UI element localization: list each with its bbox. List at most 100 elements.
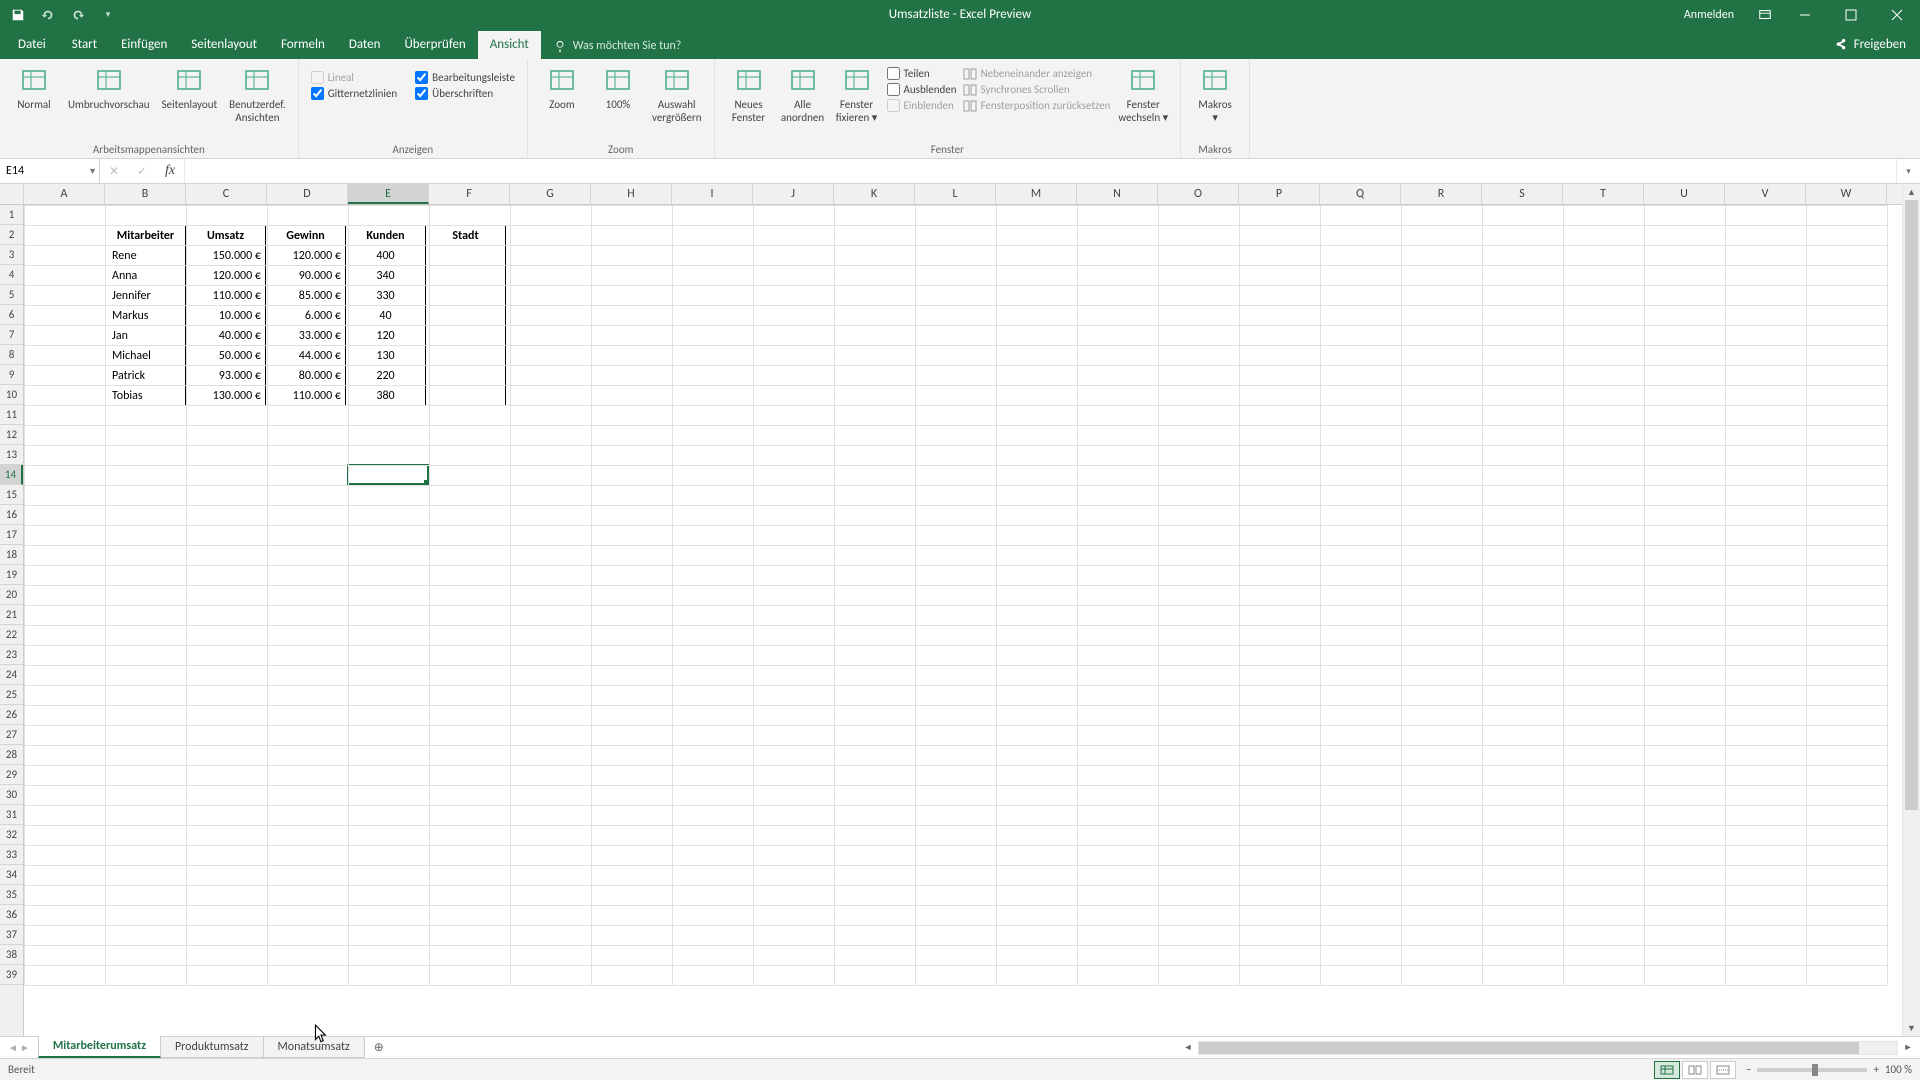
add-sheet-button[interactable]: ⊕ (364, 1037, 394, 1058)
select-all-corner[interactable] (0, 184, 24, 205)
column-headers[interactable]: ABCDEFGHIJKLMNOPQRSTUVW (24, 184, 1902, 205)
display-options-icon[interactable] (1748, 0, 1782, 29)
switch-windows-button[interactable]: Fensterwechseln ▾ (1114, 63, 1172, 126)
window-btn-0[interactable]: NeuesFenster (723, 63, 775, 126)
row-header-4[interactable]: 4 (0, 265, 23, 285)
scroll-right-icon[interactable]: ► (1900, 1042, 1916, 1053)
hscroll-thumb[interactable] (1199, 1042, 1859, 1054)
row-header-29[interactable]: 29 (0, 765, 23, 785)
row-header-3[interactable]: 3 (0, 245, 23, 265)
window-btn-2[interactable]: Fensterfixieren ▾ (831, 63, 883, 126)
row-header-9[interactable]: 9 (0, 365, 23, 385)
view-btn-3[interactable]: Benutzerdef.Ansichten (225, 63, 290, 126)
col-header-K[interactable]: K (834, 184, 915, 204)
active-cell[interactable] (347, 464, 429, 485)
row-header-38[interactable]: 38 (0, 945, 23, 965)
zoom-btn-0[interactable]: Zoom (536, 63, 588, 114)
row-header-5[interactable]: 5 (0, 285, 23, 305)
worksheet-grid[interactable]: ABCDEFGHIJKLMNOPQRSTUVW 1234567891011121… (0, 184, 1920, 1036)
save-icon[interactable] (6, 3, 30, 27)
horizontal-scrollbar[interactable]: ◄ ► (1180, 1037, 1920, 1058)
view-btn-0[interactable]: Normal (8, 63, 60, 114)
scroll-thumb[interactable] (1905, 200, 1918, 810)
macros-button[interactable]: Makros▾ (1189, 63, 1241, 126)
col-header-G[interactable]: G (510, 184, 591, 204)
row-header-30[interactable]: 30 (0, 785, 23, 805)
check-bearbeitungsleiste[interactable]: Bearbeitungsleiste (415, 71, 515, 84)
check-gitternetzlinien[interactable]: Gitternetzlinien (311, 87, 397, 100)
row-header-33[interactable]: 33 (0, 845, 23, 865)
zoom-out-button[interactable]: − (1746, 1063, 1751, 1076)
row-header-12[interactable]: 12 (0, 425, 23, 445)
tab-überprüfen[interactable]: Überprüfen (392, 31, 477, 59)
row-header-26[interactable]: 26 (0, 705, 23, 725)
zoom-in-button[interactable]: + (1873, 1063, 1878, 1076)
view-btn-2[interactable]: Seitenlayout (158, 63, 222, 114)
col-header-W[interactable]: W (1806, 184, 1887, 204)
row-header-17[interactable]: 17 (0, 525, 23, 545)
row-header-19[interactable]: 19 (0, 565, 23, 585)
scroll-left-icon[interactable]: ◄ (1180, 1042, 1196, 1053)
window-btn-1[interactable]: Alleanordnen (777, 63, 829, 126)
col-header-H[interactable]: H (591, 184, 672, 204)
zoom-btn-1[interactable]: 100% (592, 63, 644, 114)
col-header-R[interactable]: R (1401, 184, 1482, 204)
view-page-break-icon[interactable] (1710, 1061, 1736, 1079)
row-header-27[interactable]: 27 (0, 725, 23, 745)
tab-einfügen[interactable]: Einfügen (109, 31, 179, 59)
tab-start[interactable]: Start (60, 31, 109, 59)
col-header-C[interactable]: C (186, 184, 267, 204)
signin-button[interactable]: Anmelden (1670, 8, 1748, 22)
scroll-down-icon[interactable]: ▼ (1903, 1020, 1920, 1036)
col-header-Q[interactable]: Q (1320, 184, 1401, 204)
row-header-16[interactable]: 16 (0, 505, 23, 525)
vertical-scrollbar[interactable]: ▲ ▼ (1902, 184, 1920, 1036)
row-header-25[interactable]: 25 (0, 685, 23, 705)
row-header-20[interactable]: 20 (0, 585, 23, 605)
check-überschriften[interactable]: Überschriften (415, 87, 515, 100)
tab-daten[interactable]: Daten (337, 31, 393, 59)
sheet-tab-mitarbeiterumsatz[interactable]: Mitarbeiterumsatz (38, 1036, 161, 1058)
col-header-M[interactable]: M (996, 184, 1077, 204)
col-header-F[interactable]: F (429, 184, 510, 204)
col-header-P[interactable]: P (1239, 184, 1320, 204)
check-teilen[interactable]: Teilen (887, 67, 957, 80)
tell-me-search[interactable]: Was möchten Sie tun? (541, 39, 694, 59)
check-ausblenden[interactable]: Ausblenden (887, 83, 957, 96)
row-header-39[interactable]: 39 (0, 965, 23, 985)
sheet-tab-produktumsatz[interactable]: Produktumsatz (160, 1037, 264, 1058)
insert-function-icon[interactable]: fx (156, 163, 184, 179)
row-header-18[interactable]: 18 (0, 545, 23, 565)
row-header-34[interactable]: 34 (0, 865, 23, 885)
row-header-22[interactable]: 22 (0, 625, 23, 645)
tab-ansicht[interactable]: Ansicht (478, 31, 541, 59)
undo-icon[interactable] (36, 3, 60, 27)
col-header-B[interactable]: B (105, 184, 186, 204)
sheet-nav[interactable]: ◄► (0, 1037, 38, 1058)
row-headers[interactable]: 1234567891011121314151617181920212223242… (0, 205, 24, 1036)
share-button[interactable]: Freigeben (1820, 31, 1920, 59)
col-header-S[interactable]: S (1482, 184, 1563, 204)
row-header-23[interactable]: 23 (0, 645, 23, 665)
col-header-U[interactable]: U (1644, 184, 1725, 204)
view-page-layout-icon[interactable] (1682, 1061, 1708, 1079)
row-header-32[interactable]: 32 (0, 825, 23, 845)
view-btn-1[interactable]: Umbruchvorschau (64, 63, 154, 114)
col-header-O[interactable]: O (1158, 184, 1239, 204)
row-header-2[interactable]: 2 (0, 225, 23, 245)
view-normal-icon[interactable] (1654, 1061, 1680, 1079)
row-header-11[interactable]: 11 (0, 405, 23, 425)
row-header-28[interactable]: 28 (0, 745, 23, 765)
name-box-dropdown-icon[interactable]: ▼ (88, 166, 97, 177)
close-button[interactable] (1874, 0, 1920, 29)
formula-input[interactable] (185, 159, 1896, 183)
col-header-E[interactable]: E (348, 184, 429, 204)
row-header-15[interactable]: 15 (0, 485, 23, 505)
col-header-J[interactable]: J (753, 184, 834, 204)
col-header-N[interactable]: N (1077, 184, 1158, 204)
row-header-35[interactable]: 35 (0, 885, 23, 905)
sheet-tab-monatsumsatz[interactable]: Monatsumsatz (263, 1037, 365, 1058)
qat-customize-icon[interactable]: ▾ (96, 3, 120, 27)
row-header-36[interactable]: 36 (0, 905, 23, 925)
row-header-7[interactable]: 7 (0, 325, 23, 345)
